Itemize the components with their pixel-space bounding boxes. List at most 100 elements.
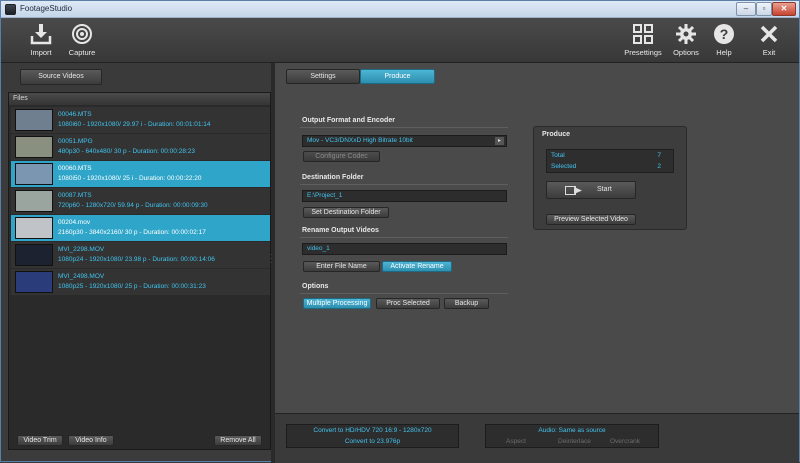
tab-settings[interactable]: Settings xyxy=(286,69,360,84)
close-window-button[interactable]: ✕ xyxy=(772,2,796,16)
start-button[interactable]: Start xyxy=(546,181,636,199)
source-videos-button[interactable]: Source Videos xyxy=(20,69,102,85)
settings-area xyxy=(275,63,799,413)
file-info: 1080p25 - 1920x1080/ 25 p - Duration: 00… xyxy=(58,283,206,290)
total-row: Total 7 xyxy=(551,152,671,162)
video-info-button[interactable]: Video Info xyxy=(68,435,114,446)
multiple-processing-button[interactable]: Multiple Processing xyxy=(303,298,371,309)
gear-icon xyxy=(676,24,696,44)
presettings-button[interactable]: Presettings xyxy=(621,23,665,61)
enter-file-name-button[interactable]: Enter File Name xyxy=(303,261,380,272)
section-divider xyxy=(300,293,508,294)
file-row[interactable]: MVI_2298.MOV 1080p24 - 1920x1080/ 23.98 p… xyxy=(11,242,270,268)
capture-label: Capture xyxy=(68,48,96,57)
destination-path-field[interactable]: E:\Project_1 xyxy=(302,190,507,202)
produce-title: Produce xyxy=(542,131,571,138)
convert-resolution-text: Convert to HD/HDV 720 16:9 - 1280x720 xyxy=(313,427,432,434)
backup-button[interactable]: Backup xyxy=(444,298,489,309)
encoder-value: Mov - VC3/DNXxD High Bitrate 10bit xyxy=(307,137,413,144)
title-bar: FootageStudio – ▫ ✕ xyxy=(1,1,799,18)
file-name: 00087.MTS xyxy=(58,192,92,199)
selected-value: 2 xyxy=(657,163,661,170)
video-thumbnail xyxy=(15,163,53,185)
dropdown-arrow-icon: ▸ xyxy=(495,137,504,145)
total-label: Total xyxy=(551,152,565,159)
overcrank-text: Overcrank xyxy=(610,438,640,445)
remove-all-button[interactable]: Remove All xyxy=(214,435,262,446)
file-row[interactable]: MVI_2498.MOV 1080p25 - 1920x1080/ 25 p - … xyxy=(11,269,270,295)
window-title: FootageStudio xyxy=(20,4,73,13)
selected-row: Selected 2 xyxy=(551,163,671,173)
help-label: Help xyxy=(716,48,732,57)
import-label: Import xyxy=(30,48,52,57)
files-panel: Files 00046.MTS 1080i60 - 1920x1080/ 29.9… xyxy=(8,92,271,450)
file-info: 1080p24 - 1920x1080/ 23.98 p - Duration:… xyxy=(58,256,215,263)
tab-produce[interactable]: Produce xyxy=(360,69,435,84)
minimize-button[interactable]: – xyxy=(736,2,756,16)
video-thumbnail xyxy=(15,109,53,131)
activate-rename-button[interactable]: Activate Rename xyxy=(382,261,452,272)
encoder-dropdown[interactable]: Mov - VC3/DNXxD High Bitrate 10bit ▸ xyxy=(302,135,507,147)
maximize-button[interactable]: ▫ xyxy=(756,2,772,16)
audio-info-box: Audio: Same as source Aspect Deinterlace… xyxy=(485,424,659,448)
video-thumbnail xyxy=(15,271,53,293)
convert-framerate-text: Convert to 23.976p xyxy=(344,438,401,445)
video-trim-button[interactable]: Video Trim xyxy=(17,435,63,446)
splitter-grip-icon: · · · xyxy=(270,252,272,266)
close-icon xyxy=(760,25,778,43)
exit-label: Exit xyxy=(762,48,776,57)
options-button[interactable]: Options xyxy=(666,23,706,61)
rename-heading: Rename Output Videos xyxy=(302,227,379,234)
import-button[interactable]: Import xyxy=(21,23,61,61)
svg-text:?: ? xyxy=(720,26,729,42)
start-label: Start xyxy=(597,186,612,193)
file-name: 00204.mov xyxy=(58,219,91,226)
deinterlace-text: Deinterlace xyxy=(558,438,591,445)
app-window: FootageStudio – ▫ ✕ Import Capture Prese… xyxy=(0,0,800,463)
total-value: 7 xyxy=(657,152,661,159)
file-info: 2160p30 - 3840x2160/ 30 p - Duration: 00… xyxy=(58,229,206,236)
file-row[interactable]: 00087.MTS 720p60 - 1280x720/ 59.94 p - Du… xyxy=(11,188,270,214)
section-divider xyxy=(300,184,508,185)
file-name: 00060.MTS xyxy=(58,165,92,172)
file-name: 00046.MTS xyxy=(58,111,92,118)
rename-field[interactable]: video_1 xyxy=(302,243,507,255)
configure-codec-button[interactable]: Configure Codec xyxy=(303,151,380,162)
output-format-heading: Output Format and Encoder xyxy=(302,117,395,124)
file-name: MVI_2298.MOV xyxy=(58,246,105,253)
video-thumbnail xyxy=(15,244,53,266)
app-logo-icon xyxy=(5,4,16,15)
file-row[interactable]: 00051.MPG 480p30 - 640x480/ 30 p - Durati… xyxy=(11,134,270,160)
capture-icon xyxy=(72,24,92,44)
video-thumbnail xyxy=(15,217,53,239)
preview-selected-video-button[interactable]: Preview Selected Video xyxy=(546,214,636,225)
file-name: MVI_2498.MOV xyxy=(58,273,105,280)
file-name: 00051.MPG xyxy=(58,138,93,145)
file-info: 720p60 - 1280x720/ 59.94 p - Duration: 0… xyxy=(58,202,208,209)
options-heading: Options xyxy=(302,283,329,290)
help-icon: ? xyxy=(714,24,734,44)
start-arrow-icon xyxy=(565,186,582,195)
presettings-label: Presettings xyxy=(624,48,662,57)
capture-button[interactable]: Capture xyxy=(62,23,102,61)
stats-box: Total 7 Selected 2 xyxy=(546,149,674,173)
selected-label: Selected xyxy=(551,163,577,170)
grid-icon xyxy=(633,24,653,44)
audio-text: Audio: Same as source xyxy=(538,427,606,434)
video-thumbnail xyxy=(15,136,53,158)
video-thumbnail xyxy=(15,190,53,212)
file-info: 1080i60 - 1920x1080/ 29.97 i - Duration:… xyxy=(58,121,211,128)
file-info: 480p30 - 640x480/ 30 p - Duration: 00:00… xyxy=(58,148,195,155)
produce-box: Produce Total 7 Selected 2 Start Preview… xyxy=(533,126,687,230)
help-button[interactable]: ? Help xyxy=(704,23,744,61)
set-destination-folder-button[interactable]: Set Destination Folder xyxy=(303,207,389,218)
exit-button[interactable]: Exit xyxy=(749,23,789,61)
import-icon xyxy=(30,24,52,45)
conversion-info-box: Convert to HD/HDV 720 16:9 - 1280x720 Co… xyxy=(286,424,459,448)
file-row[interactable]: 00046.MTS 1080i60 - 1920x1080/ 29.97 i - … xyxy=(11,107,270,133)
file-row[interactable]: 00204.mov 2160p30 - 3840x2160/ 30 p - Dur… xyxy=(11,215,270,241)
file-list: 00046.MTS 1080i60 - 1920x1080/ 29.97 i - … xyxy=(11,107,270,296)
file-row[interactable]: 00060.MTS 1080i50 - 1920x1080/ 25 i - Dur… xyxy=(11,161,270,187)
proc-selected-button[interactable]: Proc Selected xyxy=(376,298,440,309)
options-label: Options xyxy=(673,48,699,57)
